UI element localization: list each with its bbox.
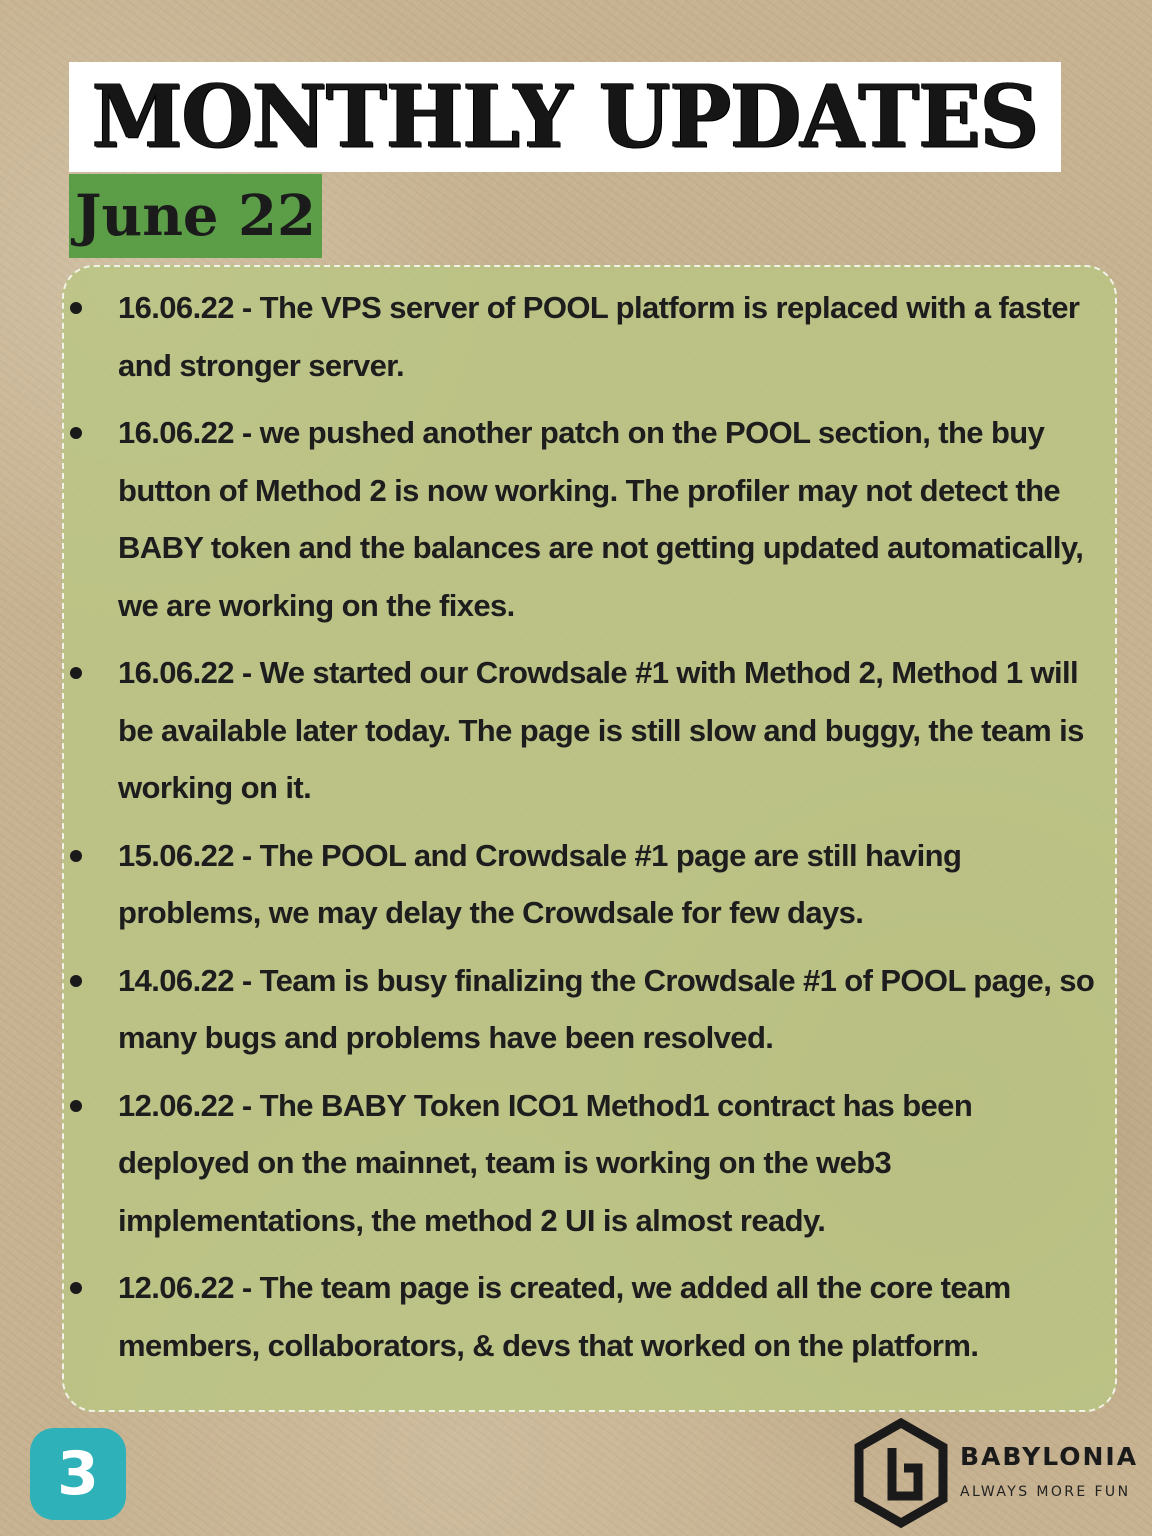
brand-logo: BABYLONIA ALWAYS MORE FUN <box>852 1418 1142 1528</box>
list-item: 12.06.22 - The BABY Token ICO1 Method1 c… <box>64 1077 1115 1250</box>
updates-panel: 16.06.22 - The VPS server of POOL platfo… <box>62 265 1117 1412</box>
bullet-icon <box>70 427 82 439</box>
list-item: 12.06.22 - The team page is created, we … <box>64 1259 1115 1374</box>
update-text: 16.06.22 - The VPS server of POOL platfo… <box>118 290 1080 383</box>
update-text: 16.06.22 - We started our Crowdsale #1 w… <box>118 655 1084 805</box>
update-text: 16.06.22 - we pushed another patch on th… <box>118 415 1084 623</box>
month-label: June 22 <box>75 183 316 249</box>
page-number-badge: 3 <box>30 1428 126 1520</box>
update-text: 14.06.22 - Team is busy finalizing the C… <box>118 962 1095 1056</box>
list-item: 15.06.22 - The POOL and Crowdsale #1 pag… <box>64 827 1115 942</box>
list-item: 16.06.22 - we pushed another patch on th… <box>64 404 1115 634</box>
bullet-icon <box>70 849 82 862</box>
page-number: 3 <box>57 1439 99 1509</box>
update-text: 15.06.22 - The POOL and Crowdsale #1 pag… <box>118 837 962 931</box>
list-item: 14.06.22 - Team is busy finalizing the C… <box>64 952 1115 1067</box>
brand-tagline: ALWAYS MORE FUN <box>960 1484 1131 1500</box>
title-banner: MONTHLY UPDATES <box>69 62 1061 172</box>
bullet-icon <box>70 1282 82 1294</box>
bullet-icon <box>70 1099 82 1112</box>
page-title: MONTHLY UPDATES <box>91 66 1039 168</box>
list-item: 16.06.22 - We started our Crowdsale #1 w… <box>64 644 1115 817</box>
list-item: 16.06.22 - The VPS server of POOL platfo… <box>64 279 1115 394</box>
babylonia-hexagon-logo-icon <box>854 1418 948 1528</box>
bullet-icon <box>70 667 82 679</box>
update-text: 12.06.22 - The team page is created, we … <box>118 1270 1011 1363</box>
date-banner: June 22 <box>69 174 322 258</box>
update-text: 12.06.22 - The BABY Token ICO1 Method1 c… <box>118 1087 973 1238</box>
bullet-icon <box>70 974 82 987</box>
bullet-icon <box>70 302 82 314</box>
updates-list: 16.06.22 - The VPS server of POOL platfo… <box>64 279 1115 1384</box>
brand-name: BABYLONIA <box>960 1442 1139 1471</box>
